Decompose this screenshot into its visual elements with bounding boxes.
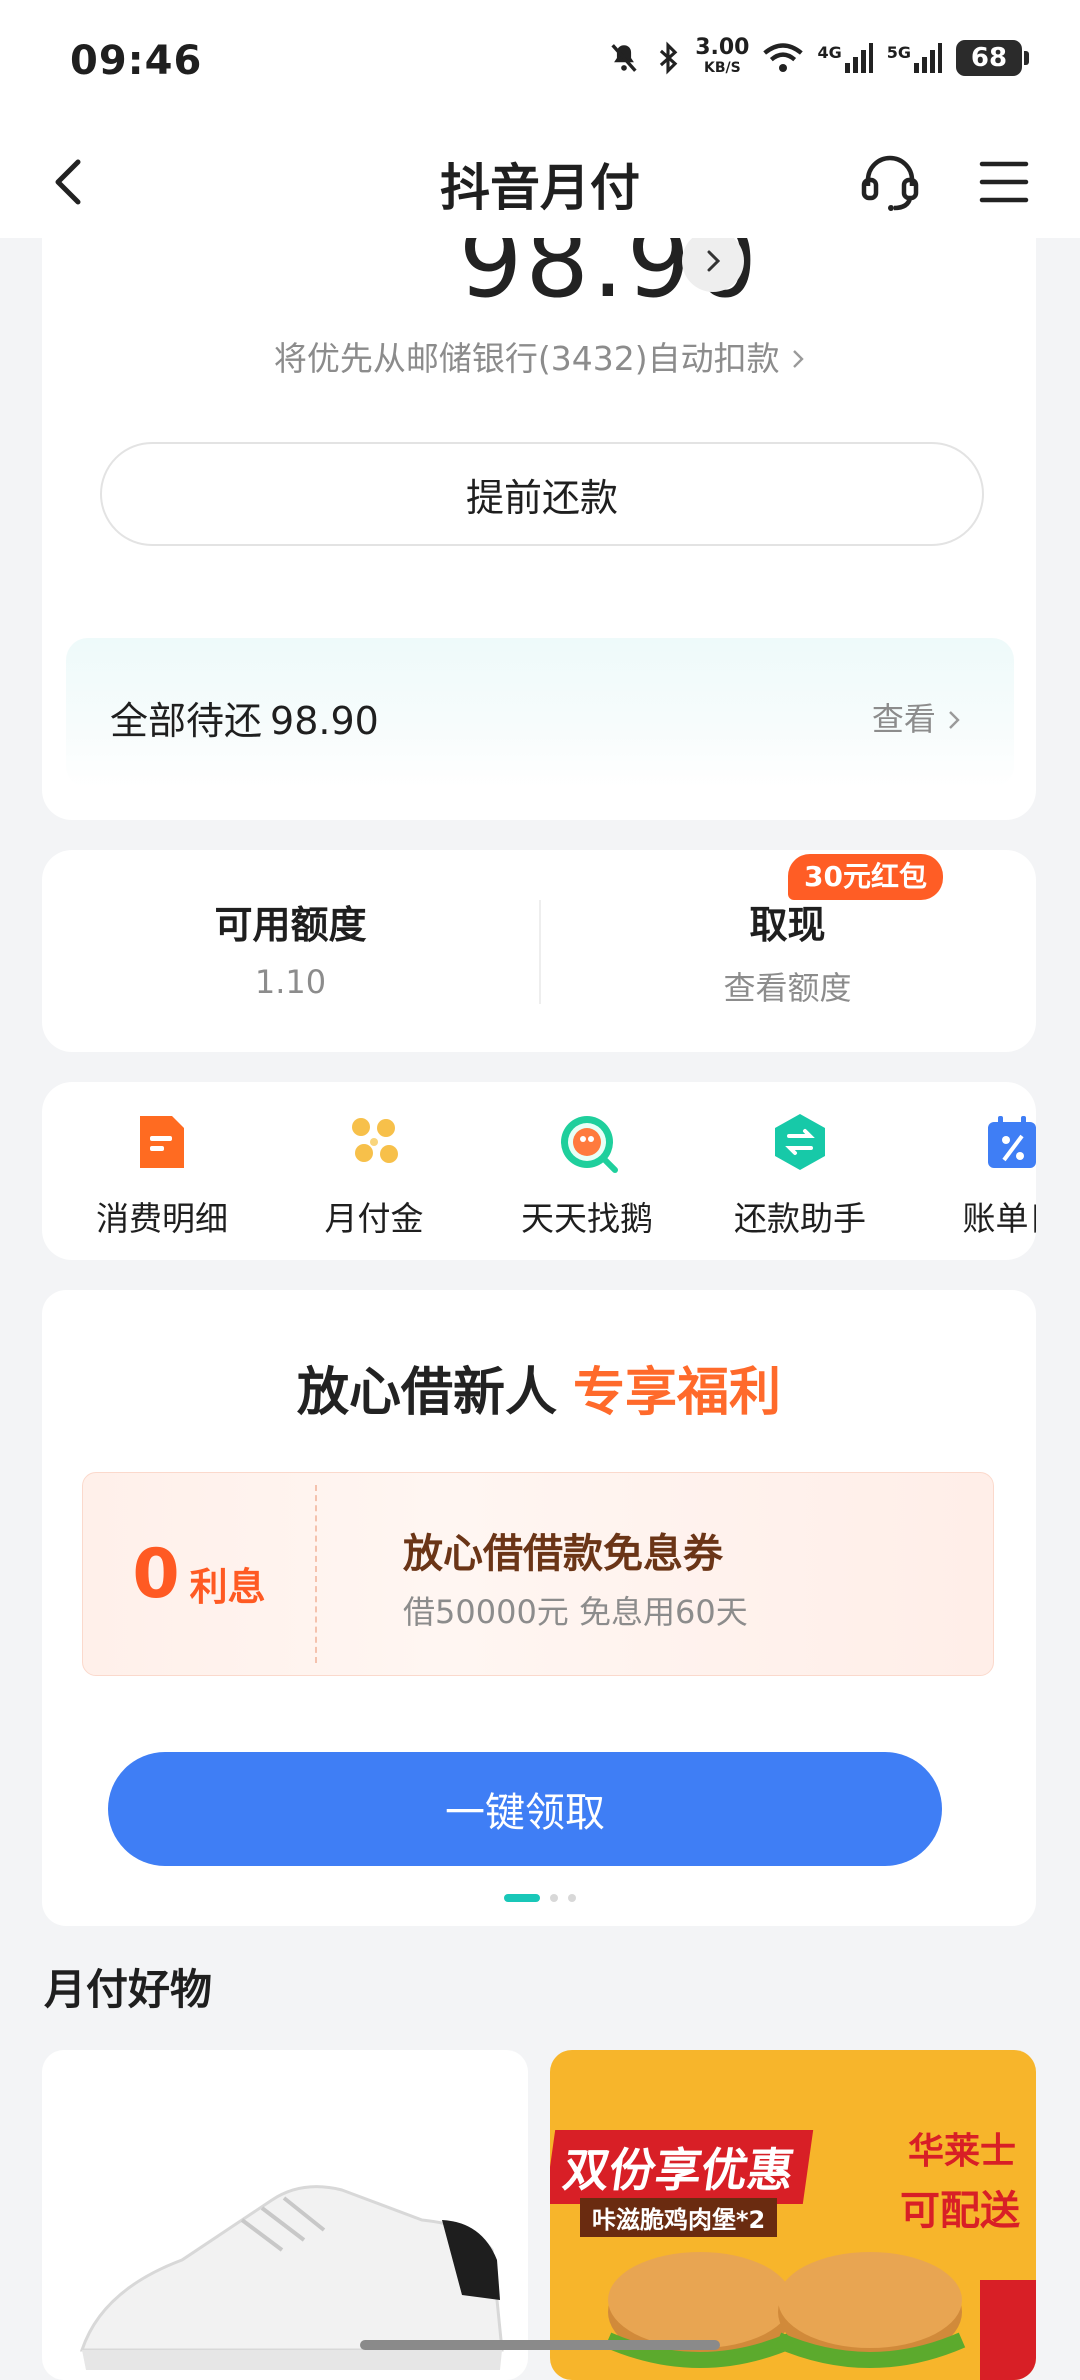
view-link[interactable]: 查看 (872, 694, 962, 740)
withdraw-title: 取现 (749, 903, 826, 947)
bill-detail-arrow[interactable] (682, 230, 744, 292)
mute-icon (611, 44, 637, 72)
calendar-percent-icon (982, 1112, 1036, 1172)
chevron-right-icon (707, 250, 721, 272)
status-icons: 3.00 KB/S 4G 5G 68 (607, 35, 1029, 78)
section-title-goods: 月付好物 (44, 1965, 213, 2014)
tool-billing-day[interactable]: 账单日 (912, 1112, 1036, 1240)
available-credit-value: 1.10 (254, 963, 327, 1001)
coupon-name: 放心借借款免息券 (403, 1531, 723, 1577)
battery-indicator: 68 (956, 40, 1029, 76)
menu-icon[interactable] (976, 154, 1032, 210)
status-bar: 09:46 3.00 KB/S 4G 5G 68 (0, 0, 1080, 130)
signal-bars-icon (844, 43, 873, 73)
tool-consumption-details[interactable]: 消费明细 (62, 1112, 262, 1240)
carousel-dots (504, 1894, 576, 1902)
signal-4g: 4G (817, 43, 873, 73)
document-icon (132, 1112, 192, 1172)
promo-title: 放心借新人 专享福利 (296, 1363, 782, 1423)
sneaker-image (79, 2185, 504, 2370)
interest-free-coupon[interactable]: 0 利息 放心借借款免息券 借50000元 免息用60天 (82, 1472, 994, 1676)
home-indicator[interactable] (360, 2340, 720, 2350)
coins-icon (344, 1112, 404, 1172)
burger-image (604, 2252, 1036, 2380)
available-credit[interactable]: 可用额度 1.10 (42, 894, 539, 1001)
coupon-description: 借50000元 免息用60天 (403, 1593, 748, 1631)
tool-find-goose[interactable]: 天天找鹅 (487, 1112, 687, 1240)
product-card-burger[interactable]: 双份享优惠 咔滋脆鸡肉堡*2 华莱士 可配送 (550, 2050, 1036, 2380)
promo-card: 放心借新人 专享福利 0 利息 放心借借款免息券 借50000元 免息用60天 一… (42, 1290, 1036, 1926)
network-speed: 3.00 KB/S (695, 35, 750, 77)
pending-label: 全部待还 98.90 (110, 699, 379, 743)
carousel-dot (550, 1894, 558, 1902)
autodebit-link[interactable]: 将优先从邮储银行(3432)自动扣款 (0, 332, 1080, 380)
wifi-icon (763, 43, 804, 72)
prepay-button[interactable]: 提前还款 (100, 442, 984, 546)
pending-repayment-row[interactable]: 全部待还 98.90 查看 (66, 638, 1014, 788)
goose-search-icon (557, 1112, 618, 1173)
signal-5g: 5G (887, 43, 942, 73)
carousel-dot-active (504, 1894, 540, 1902)
coupon-value: 0 利息 (132, 1534, 266, 1614)
claim-button[interactable]: 一键领取 (108, 1752, 942, 1866)
chevron-right-icon (793, 350, 804, 368)
coupon-separator (315, 1485, 317, 1663)
tool-repay-assistant[interactable]: 还款助手 (700, 1112, 900, 1240)
signal-bars-icon (914, 43, 942, 73)
repay-assistant-icon (770, 1112, 830, 1172)
carousel-dot (568, 1894, 576, 1902)
withdraw-cash[interactable]: 取现 查看额度 (539, 894, 1036, 1009)
chevron-right-icon (949, 711, 960, 729)
tools-card: 消费明细 月付金 天天找鹅 还款助手 账单日 (42, 1082, 1036, 1260)
withdraw-sub: 查看额度 (723, 969, 852, 1007)
bluetooth-icon (660, 41, 678, 75)
nav-bar: 抖音月付 (0, 130, 1080, 238)
status-time: 09:46 (70, 38, 203, 84)
available-credit-title: 可用额度 (214, 903, 367, 947)
red-packet-badge: 30元红包 (788, 854, 943, 900)
customer-service-icon[interactable] (858, 150, 922, 214)
tool-monthly-gold[interactable]: 月付金 (274, 1112, 474, 1240)
product-card-shoe[interactable] (42, 2050, 528, 2380)
